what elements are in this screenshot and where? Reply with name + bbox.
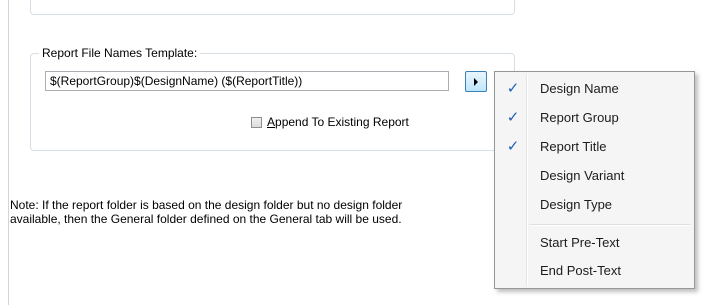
menu-item-label: Design Type <box>540 197 613 212</box>
append-checkbox-row[interactable]: Append To Existing Report <box>251 115 409 129</box>
menu-item-design-variant[interactable]: Design Variant <box>497 161 692 190</box>
append-label[interactable]: Append To Existing Report <box>267 115 409 129</box>
menu-item-start-pre-text[interactable]: Start Pre-Text <box>497 228 692 257</box>
menu-item-design-name[interactable]: ✓ Design Name <box>497 74 692 103</box>
menu-item-label: Start Pre-Text <box>540 235 620 250</box>
insert-field-button[interactable] <box>465 71 487 92</box>
note-line-1: Note: If the report folder is based on t… <box>10 198 403 212</box>
append-checkbox[interactable] <box>251 116 262 128</box>
menu-item-label: Report Group <box>540 110 619 125</box>
menu-item-report-title[interactable]: ✓ Report Title <box>497 132 692 161</box>
check-icon: ✓ <box>506 108 520 126</box>
upper-group-box <box>30 0 515 15</box>
check-icon: ✓ <box>506 137 520 155</box>
note-line-2: available, then the General folder defin… <box>10 212 402 226</box>
menu-item-label: Design Variant <box>540 168 625 183</box>
template-input[interactable] <box>45 71 449 91</box>
field-context-menu: ✓ Design Name ✓ Report Group ✓ Report Ti… <box>494 71 695 289</box>
play-arrow-icon <box>474 77 478 86</box>
note-text: Note: If the report folder is based on t… <box>10 198 510 226</box>
panel-left-border <box>8 0 9 305</box>
menu-item-design-type[interactable]: Design Type <box>497 190 692 219</box>
menu-item-label: Design Name <box>540 81 619 96</box>
menu-item-label: End Post-Text <box>540 263 621 278</box>
group-legend: Report File Names Template: <box>39 46 201 60</box>
menu-item-end-post-text[interactable]: End Post-Text <box>497 256 692 285</box>
menu-separator <box>529 224 691 226</box>
report-file-names-group: Report File Names Template: Append To Ex… <box>30 46 515 151</box>
menu-item-label: Report Title <box>540 139 607 154</box>
check-icon: ✓ <box>506 79 520 97</box>
menu-item-report-group[interactable]: ✓ Report Group <box>497 103 692 132</box>
